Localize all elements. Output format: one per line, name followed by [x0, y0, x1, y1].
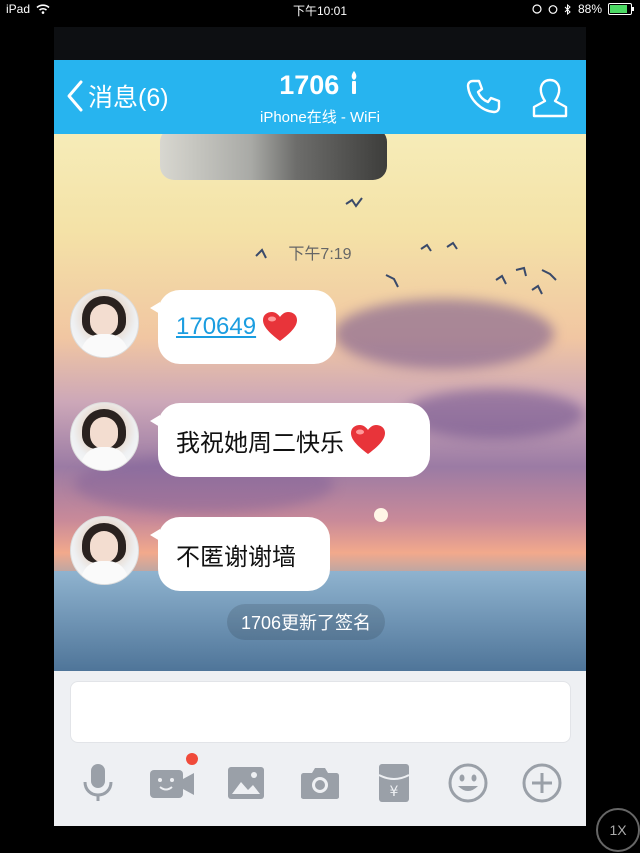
system-notice: 1706更新了签名 [227, 604, 386, 640]
previous-image-message[interactable] [160, 134, 387, 180]
message-input[interactable] [70, 681, 571, 743]
voice-button[interactable] [74, 759, 122, 807]
online-status: iPhone在线 - WiFi [259, 109, 381, 126]
status-right: 88% [532, 2, 634, 16]
message-timestamp: 下午7:19 [288, 246, 352, 263]
bird-icon [495, 266, 557, 295]
chat-area[interactable]: 下午7:19 170649 我祝她周二快乐 不匿谢谢墙 1706更新了签名 [54, 134, 586, 671]
image-icon [228, 767, 264, 799]
toolbar: ¥ [54, 753, 586, 809]
microphone-icon [83, 764, 113, 801]
battery-percent: 88% [577, 2, 602, 16]
background-cloud [404, 389, 584, 439]
status-bar: iPad 下午10:01 88% [0, 0, 640, 18]
bluetooth-icon [564, 3, 571, 15]
bird-icon [385, 274, 399, 288]
sender-avatar[interactable] [70, 516, 139, 585]
video-call-button[interactable] [148, 753, 198, 807]
video-call-icon [150, 770, 194, 798]
background-sun [374, 508, 388, 522]
zoom-button[interactable]: 1X [596, 808, 640, 852]
contact-name-text: 1706 [279, 70, 340, 100]
background-cloud [334, 299, 554, 369]
red-packet-button[interactable]: ¥ [370, 759, 418, 807]
phone-icon [466, 79, 501, 114]
emoji-button[interactable] [444, 759, 492, 807]
notification-dot [186, 753, 198, 765]
camera-button[interactable] [296, 759, 344, 807]
message-text: 我祝她周二快乐 [176, 429, 344, 457]
message-bubble[interactable]: 不匿谢谢墙 [150, 517, 330, 591]
emoji-icon [448, 763, 488, 803]
camera-icon [301, 768, 339, 799]
image-button[interactable] [222, 759, 270, 807]
sender-avatar[interactable] [70, 289, 139, 358]
heart-emoji-icon [263, 312, 298, 341]
contact-name: 1706 [54, 70, 586, 101]
sender-avatar[interactable] [70, 402, 139, 471]
battery-icon [608, 3, 634, 15]
phone-call-button[interactable] [464, 76, 504, 121]
heart-emoji-icon [351, 425, 385, 454]
red-packet-icon: ¥ [378, 764, 410, 802]
message-link[interactable]: 170649 [176, 313, 256, 341]
bird-icon [345, 197, 363, 208]
input-bar: ¥ [54, 671, 586, 826]
svg-text:¥: ¥ [390, 784, 399, 800]
alarm-icon [548, 5, 558, 14]
message-bubble[interactable]: 我祝她周二快乐 [150, 403, 430, 477]
person-icon [532, 78, 568, 118]
more-button[interactable] [518, 759, 566, 807]
profile-button[interactable] [528, 76, 572, 125]
message-text: 不匿谢谢墙 [176, 543, 296, 571]
torch-icon [351, 71, 357, 94]
chat-header: 消息(6) 1706 iPhone在线 - WiFi [54, 60, 586, 134]
message-bubble[interactable]: 170649 [150, 290, 336, 364]
plus-icon [522, 763, 562, 803]
orientation-lock-icon [532, 4, 542, 14]
